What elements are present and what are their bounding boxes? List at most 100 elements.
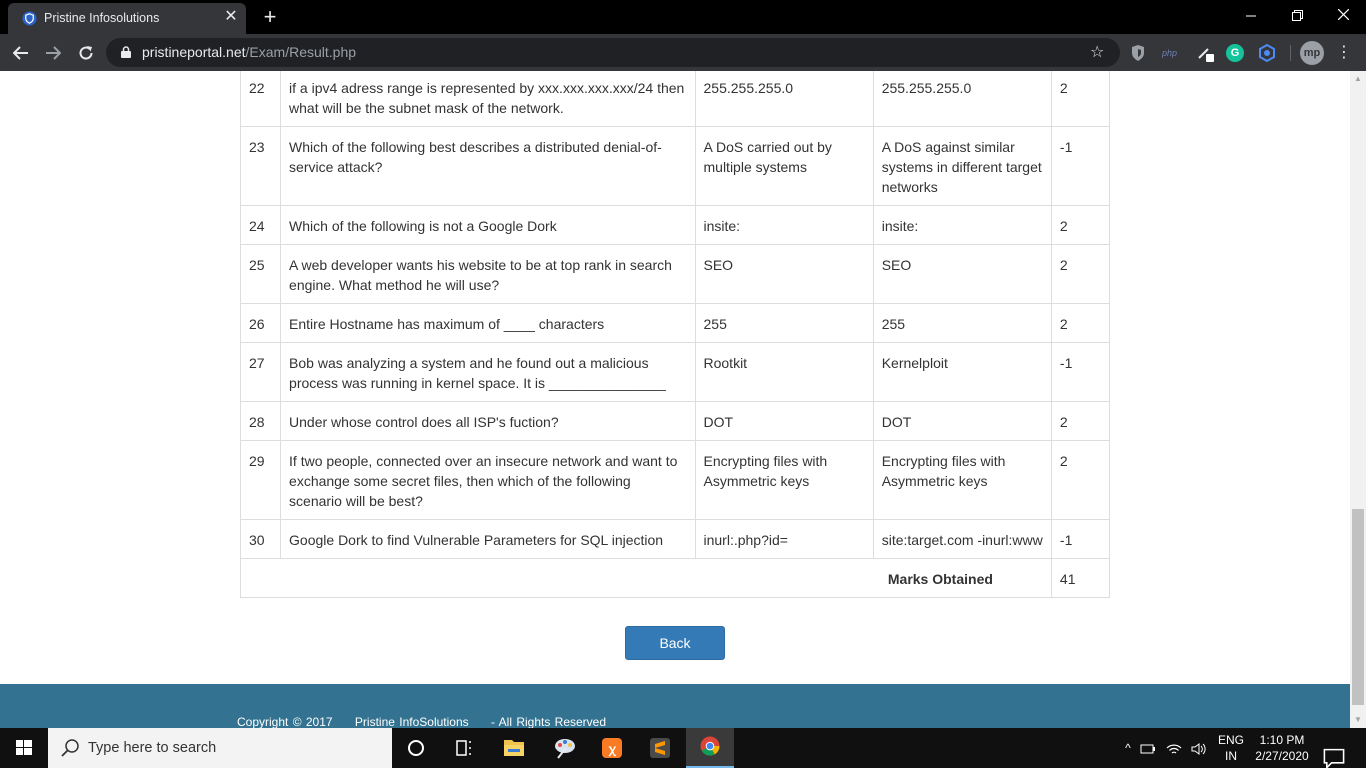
given-answer: 255: [872, 303, 1052, 343]
question-number: 29: [239, 440, 282, 520]
given-answer: SEO: [872, 244, 1052, 304]
table-row: 26 Entire Hostname has maximum of ____ ch…: [239, 303, 1111, 343]
page-scrollbar[interactable]: ▲ ▼: [1350, 71, 1366, 728]
question-marks: -1: [1050, 126, 1111, 206]
marks-obtained-value: 41: [1050, 558, 1111, 598]
given-answer: Kernelploit: [872, 342, 1052, 402]
given-answer: insite:: [872, 205, 1052, 245]
page-viewport: 21Which of the following is not a HTTP m…: [0, 71, 1350, 728]
question-marks: -1: [1050, 342, 1111, 402]
tab-title: Pristine Infosolutions: [44, 11, 160, 25]
question-text: Which of the following best describes a …: [280, 126, 696, 206]
notification-icon[interactable]: [1322, 738, 1346, 768]
question-text: if a ipv4 adress range is represented by…: [280, 71, 696, 127]
footer-rights: - All Rights Reserved: [490, 715, 607, 728]
correct-answer: insite:: [694, 205, 874, 245]
menu-dots-icon[interactable]: ⋮: [1334, 41, 1354, 65]
language-code: ENG: [1218, 733, 1245, 747]
toolbar-divider: [1290, 45, 1291, 61]
php-extension-icon[interactable]: php: [1162, 43, 1184, 63]
given-answer: site:target.com -inurl:www: [872, 519, 1052, 559]
scroll-down-arrow-icon[interactable]: ▼: [1350, 712, 1366, 728]
url-path: /Exam/Result.php: [245, 44, 357, 60]
hexagon-extension-icon[interactable]: [1258, 43, 1276, 63]
pen-extension-icon[interactable]: [1196, 43, 1216, 63]
tab-close-icon[interactable]: ✕: [222, 8, 240, 26]
question-marks: 2: [1050, 303, 1111, 343]
region-code: IN: [1225, 749, 1237, 763]
question-number: 24: [239, 205, 282, 245]
back-arrow-icon[interactable]: [8, 40, 34, 66]
shield-extension-icon[interactable]: [1130, 43, 1146, 63]
lock-icon: [121, 46, 131, 58]
table-row: 28 Under whose control does all ISP's fuc…: [239, 401, 1111, 441]
close-window-button[interactable]: [1320, 2, 1366, 30]
url-host: pristineportal.net: [142, 44, 246, 60]
correct-answer: Rootkit: [694, 342, 874, 402]
taskbar-clock[interactable]: 1:10 PM 2/27/2020: [1250, 732, 1314, 768]
footer-text: Copyright © 2017 Pristine InfoSolutions …: [237, 715, 624, 728]
table-row: 29 If two people, connected over an insec…: [239, 440, 1111, 520]
browser-toolbar: pristineportal.net/Exam/Result.php ☆ php…: [0, 34, 1366, 71]
question-text: A web developer wants his website to be …: [280, 244, 696, 304]
wifi-icon: [1166, 744, 1182, 754]
system-tray-icons[interactable]: [1140, 728, 1214, 768]
sublime-text-icon[interactable]: [636, 728, 684, 768]
file-explorer-icon[interactable]: [490, 728, 538, 768]
question-number: 22: [239, 71, 282, 127]
browser-tab[interactable]: Pristine Infosolutions ✕: [8, 3, 246, 34]
new-tab-button[interactable]: +: [258, 5, 282, 29]
chrome-taskbar-icon[interactable]: [686, 728, 734, 768]
table-row: 30 Google Dork to find Vulnerable Paramet…: [239, 519, 1111, 559]
marks-obtained-label: Marks Obtained: [240, 558, 1052, 598]
question-text: Entire Hostname has maximum of ____ char…: [280, 303, 696, 343]
scroll-up-arrow-icon[interactable]: ▲: [1350, 71, 1366, 87]
table-row: 27 Bob was analyzing a system and he foun…: [239, 342, 1111, 402]
question-text: Under whose control does all ISP's fucti…: [280, 401, 696, 441]
back-button[interactable]: Back: [625, 626, 725, 660]
question-text: Bob was analyzing a system and he found …: [280, 342, 696, 402]
profile-avatar[interactable]: mp: [1300, 41, 1324, 65]
question-number: 25: [239, 244, 282, 304]
question-marks: 2: [1050, 205, 1111, 245]
search-icon: [61, 739, 79, 757]
cortana-icon[interactable]: [392, 728, 440, 768]
table-row: 25 A web developer wants his website to b…: [239, 244, 1111, 304]
question-text: Which of the following is not a Google D…: [280, 205, 696, 245]
restore-button[interactable]: [1274, 2, 1320, 30]
correct-answer: DOT: [694, 401, 874, 441]
reload-icon[interactable]: [73, 40, 99, 66]
clock-date: 2/27/2020: [1255, 749, 1309, 763]
task-view-icon[interactable]: [440, 728, 488, 768]
footer-company: Pristine InfoSolutions: [354, 715, 469, 728]
search-placeholder: Type here to search: [88, 740, 217, 756]
minimize-button[interactable]: [1228, 2, 1274, 30]
correct-answer: Encrypting files with Asymmetric keys: [694, 440, 874, 520]
language-indicator[interactable]: ENG IN: [1218, 732, 1244, 768]
question-number: 26: [239, 303, 282, 343]
clock-time: 1:10 PM: [1259, 733, 1305, 747]
tray-chevron-up-icon[interactable]: ^: [1120, 728, 1136, 768]
given-answer: 255.255.255.0: [872, 71, 1052, 127]
paint-app-icon[interactable]: [540, 728, 588, 768]
scrollbar-thumb[interactable]: [1352, 509, 1364, 705]
start-button[interactable]: [0, 728, 48, 768]
question-marks: -1: [1050, 519, 1111, 559]
table-row: 22 if a ipv4 adress range is represented …: [239, 71, 1111, 127]
taskbar-search-box[interactable]: Type here to search: [48, 728, 392, 768]
forward-arrow-icon[interactable]: [40, 40, 66, 66]
bookmark-star-icon[interactable]: ☆: [1090, 42, 1104, 62]
results-table-body: 21Which of the following is not a HTTP m…: [239, 71, 1111, 559]
grammarly-extension-icon[interactable]: G: [1226, 44, 1244, 62]
question-marks: 2: [1050, 71, 1111, 127]
footer-copyright: Copyright © 2017: [237, 715, 333, 728]
close-icon: [1337, 8, 1349, 21]
correct-answer: inurl:.php?id=: [694, 519, 874, 559]
given-answer: A DoS against similar systems in differe…: [872, 126, 1052, 206]
address-bar[interactable]: pristineportal.net/Exam/Result.php ☆: [106, 38, 1120, 67]
url-text: pristineportal.net/Exam/Result.php: [142, 44, 356, 60]
xampp-icon[interactable]: ꭓ: [588, 728, 636, 768]
table-row: 23 Which of the following best describes …: [239, 126, 1111, 206]
question-number: 28: [239, 401, 282, 441]
browser-tab-bar: Pristine Infosolutions ✕ +: [0, 0, 1366, 34]
